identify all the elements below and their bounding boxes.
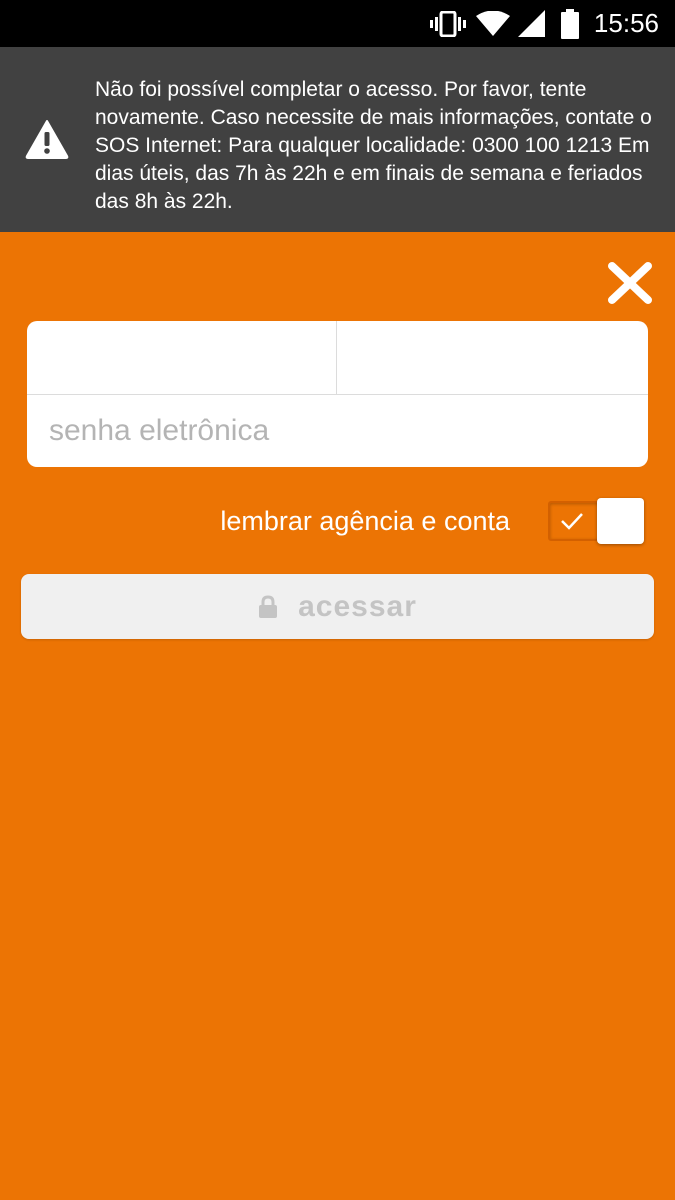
check-icon <box>561 513 583 530</box>
access-button[interactable]: acessar <box>21 574 654 639</box>
vibrate-icon <box>430 0 466 47</box>
remember-toggle[interactable] <box>548 498 646 544</box>
signal-icon <box>518 0 546 47</box>
close-icon <box>608 262 652 304</box>
status-bar: 15:56 <box>0 0 675 47</box>
wifi-icon <box>476 0 510 47</box>
conta-field[interactable] <box>337 321 648 394</box>
lock-icon <box>259 594 278 618</box>
senha-field[interactable] <box>27 395 648 467</box>
close-button[interactable] <box>606 262 654 304</box>
login-form <box>27 321 648 467</box>
warning-icon <box>25 119 69 159</box>
access-button-label: acessar <box>298 589 417 623</box>
account-row <box>27 321 648 395</box>
error-banner: Não foi possível completar o acesso. Por… <box>0 47 675 232</box>
toggle-knob <box>597 498 644 544</box>
battery-icon <box>560 0 580 47</box>
agencia-field[interactable] <box>27 321 336 394</box>
error-message: Não foi possível completar o acesso. Por… <box>95 78 652 213</box>
status-time: 15:56 <box>593 8 659 38</box>
remember-label: lembrar agência e conta <box>220 506 510 536</box>
